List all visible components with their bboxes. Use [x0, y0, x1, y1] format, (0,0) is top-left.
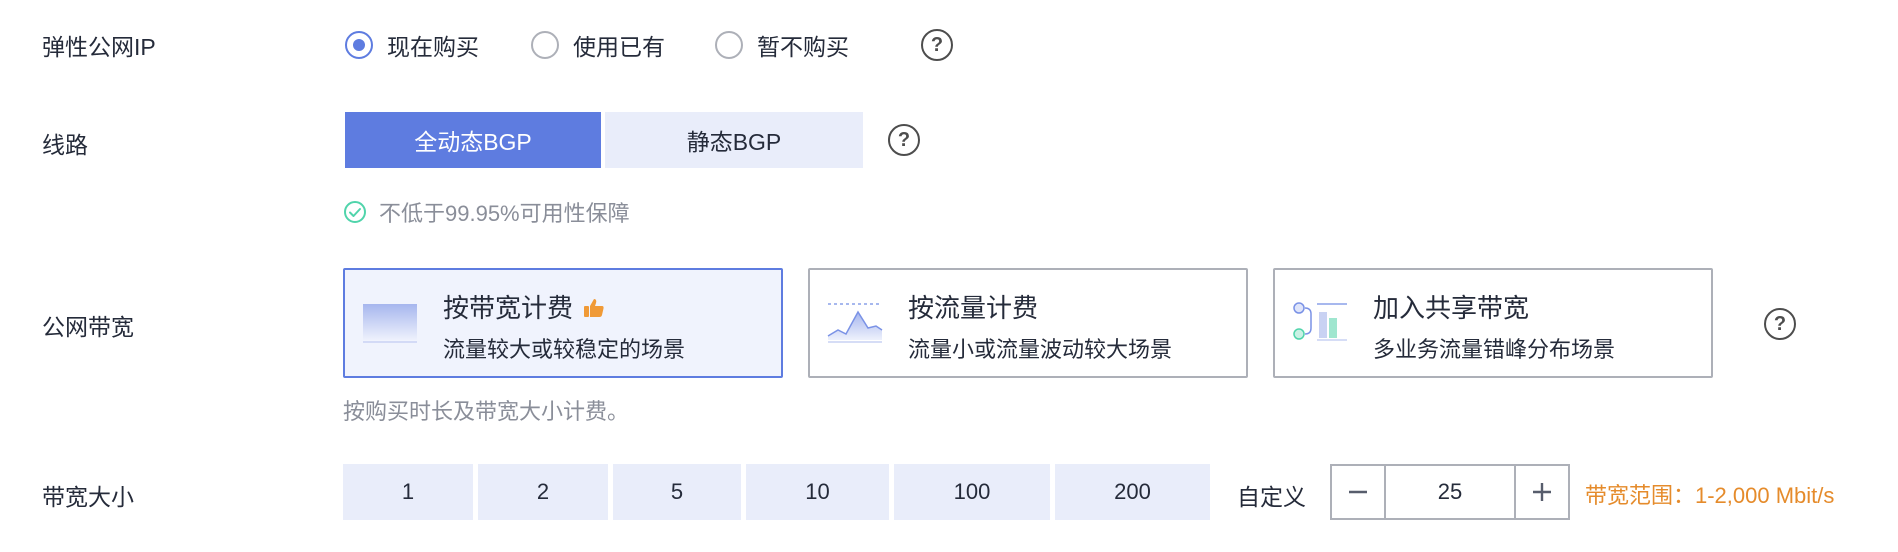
card-shared-bandwidth-title: 加入共享带宽: [1373, 293, 1530, 323]
radio-not-buy-label: 暂不购买: [757, 34, 849, 60]
line-help-icon[interactable]: ?: [888, 124, 920, 156]
bandwidth-size-label: 带宽大小: [42, 484, 134, 510]
radio-use-existing[interactable]: 使用已有: [531, 28, 665, 62]
radio-buy-now-label: 现在购买: [387, 34, 479, 60]
radio-buy-now[interactable]: 现在购买: [345, 28, 479, 62]
radio-use-existing-label: 使用已有: [573, 34, 665, 60]
billing-note: 按购买时长及带宽大小计费。: [343, 399, 630, 424]
shared-bandwidth-icon: [1293, 302, 1347, 341]
bandwidth-preset-1[interactable]: 1: [343, 464, 473, 520]
availability-note: 不低于99.95%可用性保障: [343, 196, 630, 228]
line-option-static-bgp[interactable]: 静态BGP: [605, 112, 863, 168]
custom-label: 自定义: [1237, 484, 1306, 510]
radio-not-buy-circle[interactable]: [715, 31, 743, 59]
bandwidth-billing-label: 公网带宽: [42, 314, 134, 340]
bandwidth-billing-icon: [363, 304, 417, 343]
bandwidth-range-text: 带宽范围：1-2,000 Mbit/s: [1585, 483, 1835, 508]
bandwidth-value-input[interactable]: [1386, 466, 1514, 518]
thumbs-up-icon: [584, 299, 604, 317]
card-bandwidth-billing-title: 按带宽计费: [443, 293, 574, 323]
bandwidth-preset-5[interactable]: 5: [613, 464, 741, 520]
radio-not-buy[interactable]: 暂不购买: [715, 28, 849, 62]
radio-use-existing-circle[interactable]: [531, 31, 559, 59]
card-traffic-billing-desc: 流量小或流量波动较大场景: [908, 337, 1173, 362]
bandwidth-preset-100[interactable]: 100: [894, 464, 1050, 520]
card-shared-bandwidth[interactable]: 加入共享带宽 多业务流量错峰分布场景: [1273, 268, 1713, 378]
bandwidth-preset-200[interactable]: 200: [1055, 464, 1210, 520]
plus-icon: [1533, 483, 1551, 501]
line-option-dynamic-bgp[interactable]: 全动态BGP: [345, 112, 601, 168]
card-shared-bandwidth-desc: 多业务流量错峰分布场景: [1373, 337, 1616, 362]
line-label: 线路: [42, 132, 88, 158]
eip-label: 弹性公网IP: [42, 34, 156, 60]
card-bandwidth-billing[interactable]: 按带宽计费 流量较大或较稳定的场景: [343, 268, 783, 378]
card-bandwidth-billing-title-wrap: 按带宽计费: [443, 288, 605, 325]
radio-buy-now-circle[interactable]: [345, 31, 373, 59]
decrease-button[interactable]: [1332, 466, 1386, 518]
minus-icon: [1349, 490, 1367, 494]
bandwidth-preset-10[interactable]: 10: [746, 464, 889, 520]
increase-button[interactable]: [1514, 466, 1568, 518]
bandwidth-billing-help-icon[interactable]: ?: [1764, 308, 1796, 340]
card-traffic-billing-title: 按流量计费: [908, 293, 1039, 323]
bandwidth-preset-2[interactable]: 2: [478, 464, 608, 520]
card-bandwidth-billing-desc: 流量较大或较稳定的场景: [443, 337, 686, 362]
traffic-billing-icon: [827, 303, 883, 343]
availability-note-text: 不低于99.95%可用性保障: [379, 201, 630, 226]
eip-help-icon[interactable]: ?: [921, 29, 953, 61]
check-circle-icon: [344, 201, 366, 223]
card-traffic-billing[interactable]: 按流量计费 流量小或流量波动较大场景: [808, 268, 1248, 378]
bandwidth-stepper: [1330, 464, 1570, 520]
